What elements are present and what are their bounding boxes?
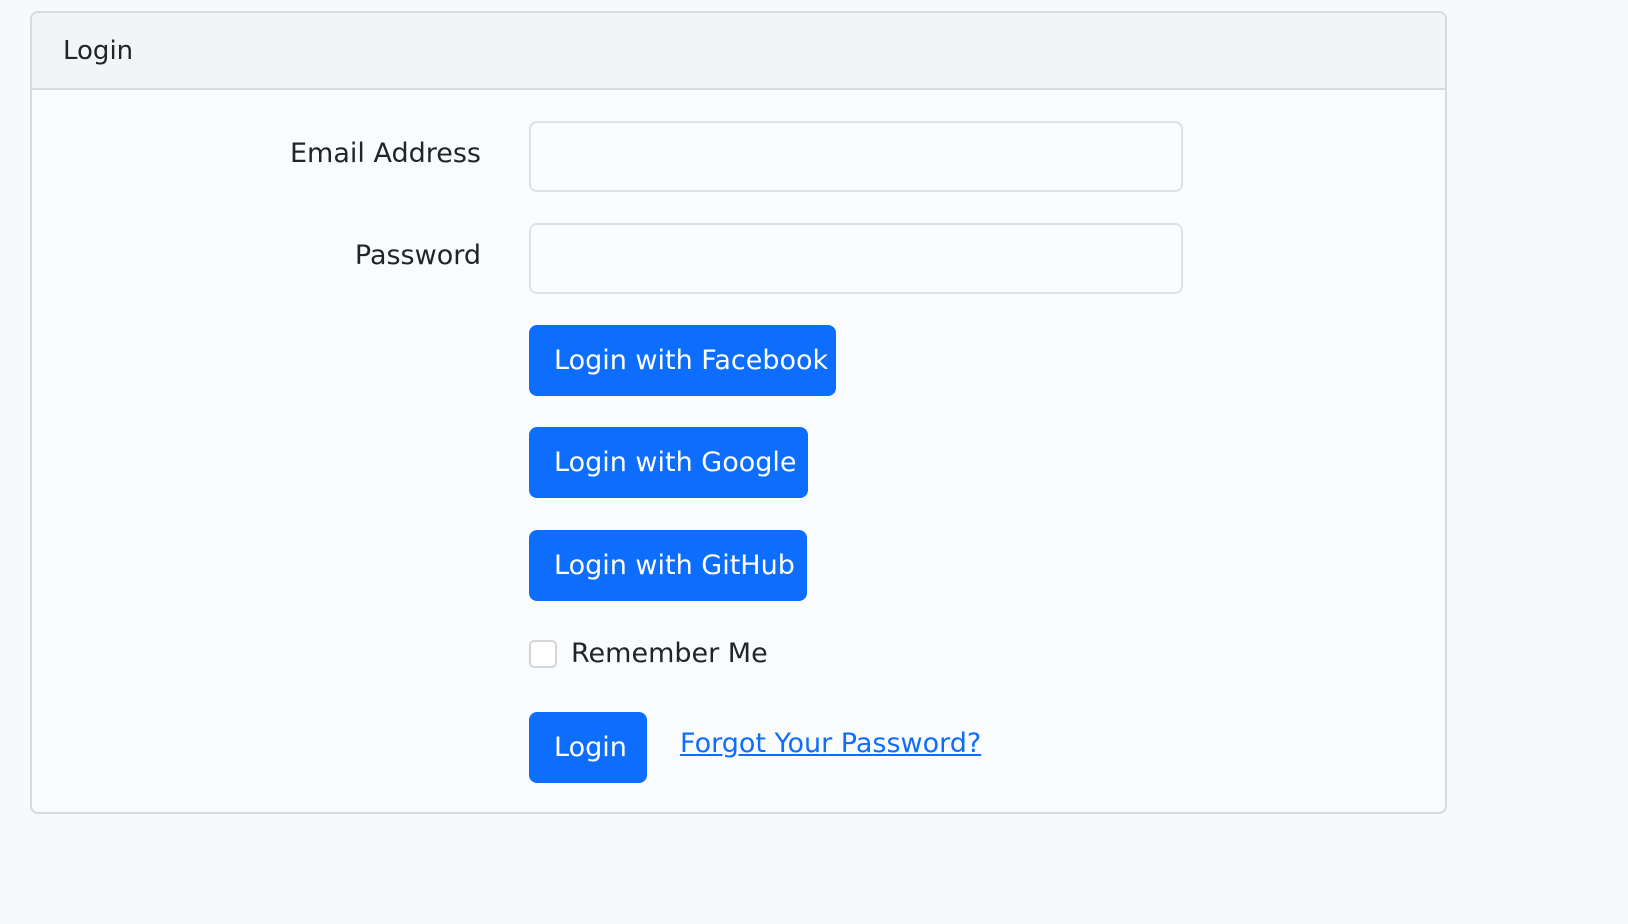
forgot-password-link[interactable]: Forgot Your Password? — [680, 728, 981, 759]
remember-me-label: Remember Me — [571, 638, 768, 669]
email-label: Email Address — [289, 138, 481, 169]
login-with-google-button[interactable]: Login with Google — [529, 427, 808, 498]
remember-me-checkbox[interactable] — [529, 639, 557, 668]
remember-me-checkbox-row[interactable]: Remember Me — [529, 638, 768, 669]
password-field[interactable] — [529, 223, 1183, 294]
card-title: Login — [63, 35, 134, 66]
login-card: Login Email Address Password Login with … — [30, 11, 1447, 814]
login-with-github-button[interactable]: Login with GitHub — [529, 530, 807, 601]
login-button[interactable]: Login — [529, 712, 647, 783]
email-field[interactable] — [529, 121, 1183, 192]
password-label: Password — [354, 240, 481, 271]
card-header: Login — [32, 13, 1445, 90]
login-with-facebook-button[interactable]: Login with Facebook — [529, 325, 836, 396]
